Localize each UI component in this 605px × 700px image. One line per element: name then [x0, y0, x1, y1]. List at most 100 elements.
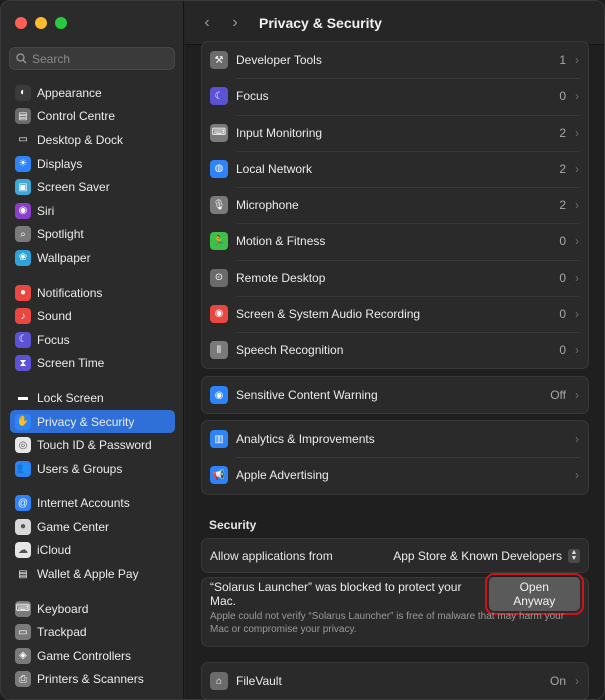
screen-saver-icon: ▣: [15, 179, 31, 196]
chevron-left-icon: ‹: [204, 13, 210, 31]
sidebar-item-spotlight[interactable]: ⌕ Spotlight: [10, 223, 175, 247]
filevault-row[interactable]: ⌂ FileVault On ›: [202, 663, 588, 699]
row-value: 2: [559, 161, 566, 176]
allow-apps-row: Allow applications from App Store & Know…: [202, 539, 588, 572]
sidebar-item-wallet-apple-pay[interactable]: ▤ Wallet & Apple Pay: [10, 562, 175, 586]
settings-window: ◐ Appearance ▤ Control Centre ▭ Desktop & Doc…: [0, 0, 605, 700]
sidebar-item-control-centre[interactable]: ▤ Control Centre: [10, 105, 175, 129]
sidebar-item-focus[interactable]: ☾ Focus: [10, 328, 175, 352]
search-box[interactable]: [9, 47, 175, 70]
security-section-title: Security: [209, 518, 257, 532]
sidebar-item-keyboard[interactable]: ⌨ Keyboard: [10, 597, 175, 621]
sidebar-item-printers-scanners[interactable]: ⎙ Printers & Scanners: [10, 668, 175, 692]
permission-row-motion-fitness[interactable]: 🏃 Motion & Fitness 0 ›: [202, 223, 588, 259]
chevron-right-icon: ›: [575, 674, 579, 689]
sidebar-item-users-groups[interactable]: 👥 Users & Groups: [10, 457, 175, 481]
chevron-right-icon: ›: [575, 270, 579, 285]
sidebar-item-touch-id-password[interactable]: ◎ Touch ID & Password: [10, 433, 175, 457]
close-window-button[interactable]: [15, 17, 27, 29]
sidebar-item-icloud[interactable]: ☁ iCloud: [10, 539, 175, 563]
touch-id-icon: ◎: [15, 437, 31, 454]
sidebar-list: ◐ Appearance ▤ Control Centre ▭ Desktop & Doc…: [1, 81, 184, 691]
permission-row-screen-system-audio-recording[interactable]: ◉ Screen & System Audio Recording 0 ›: [202, 295, 588, 332]
sidebar-item-screen-saver[interactable]: ▣ Screen Saver: [10, 175, 175, 199]
sidebar-item-label: Screen Saver: [37, 180, 110, 195]
sidebar-item-label: Appearance: [37, 85, 102, 100]
row-value: 2: [559, 125, 566, 140]
permission-row-apple-advertising[interactable]: 📢 Apple Advertising ›: [202, 457, 588, 493]
sidebar-item-label: Game Center: [37, 519, 110, 534]
sidebar-item-wallpaper[interactable]: ❀ Wallpaper: [10, 246, 175, 270]
row-label: Microphone: [236, 198, 299, 213]
forward-button[interactable]: ›: [223, 11, 247, 35]
toolbar: ‹ › Privacy & Security: [185, 1, 604, 45]
sidebar-item-label: Screen Time: [37, 356, 105, 371]
sidebar-item-notifications[interactable]: ● Notifications: [10, 281, 175, 305]
chevron-right-icon: ›: [575, 198, 579, 213]
sidebar-item-internet-accounts[interactable]: @ Internet Accounts: [10, 492, 175, 516]
blocked-app-row: “Solarus Launcher” was blocked to protec…: [202, 573, 588, 615]
binoculars-icon: ⊙: [210, 268, 228, 287]
back-button[interactable]: ‹: [195, 11, 219, 35]
sidebar-item-displays[interactable]: ☀ Displays: [10, 152, 175, 176]
privacy-hand-icon: ✋: [15, 413, 31, 430]
permission-row-focus[interactable]: ☾ Focus 0 ›: [202, 78, 588, 114]
permission-row-microphone[interactable]: 🎙 Microphone 2 ›: [202, 187, 588, 223]
sidebar-item-sound[interactable]: ♪ Sound: [10, 304, 175, 328]
sidebar-item-screen-time[interactable]: ⧗ Screen Time: [10, 352, 175, 376]
permission-row-remote-desktop[interactable]: ⊙ Remote Desktop 0 ›: [202, 259, 588, 296]
sidebar-item-lock-screen[interactable]: ▬ Lock Screen: [10, 386, 175, 410]
row-label: Sensitive Content Warning: [236, 388, 378, 403]
chevron-right-icon: ›: [575, 89, 579, 104]
sidebar-item-label: Internet Accounts: [37, 496, 130, 511]
blocked-app-group: “Solarus Launcher” was blocked to protec…: [201, 573, 589, 647]
allow-apps-value: App Store & Known Developers: [393, 548, 562, 563]
focus-moon-icon: ☾: [210, 87, 228, 106]
wallpaper-icon: ❀: [15, 249, 31, 266]
sidebar-item-label: Users & Groups: [37, 461, 123, 476]
sidebar-item-game-center[interactable]: ● Game Center: [10, 515, 175, 539]
page-title: Privacy & Security: [259, 14, 382, 31]
permission-row-input-monitoring[interactable]: ⌨ Input Monitoring 2 ›: [202, 114, 588, 151]
trackpad-icon: ▭: [15, 624, 31, 641]
sidebar-item-appearance[interactable]: ◐ Appearance: [10, 81, 175, 105]
sidebar-item-desktop-dock[interactable]: ▭ Desktop & Dock: [10, 128, 175, 152]
chevron-right-icon: ›: [575, 161, 579, 176]
permission-row-local-network[interactable]: ◍ Local Network 2 ›: [202, 150, 588, 187]
row-label: Analytics & Improvements: [236, 432, 375, 447]
traffic-lights: [15, 17, 67, 29]
developer-tools-icon: ⚒: [210, 51, 228, 70]
sidebar-item-label: Spotlight: [37, 227, 84, 242]
permission-row-analytics-improvements[interactable]: ▥ Analytics & Improvements ›: [202, 421, 588, 457]
sidebar-item-game-controllers[interactable]: ◈ Game Controllers: [10, 644, 175, 668]
row-value: Off: [550, 388, 566, 403]
minimize-window-button[interactable]: [35, 17, 47, 29]
analytics-group: ▥ Analytics & Improvements › 📢 Apple Adverti…: [201, 420, 589, 495]
row-label: Local Network: [236, 161, 313, 176]
permission-row-developer-tools[interactable]: ⚒ Developer Tools 1 ›: [202, 42, 588, 78]
maximize-window-button[interactable]: [55, 17, 67, 29]
sidebar-item-privacy-security[interactable]: ✋ Privacy & Security: [10, 409, 175, 434]
sidebar-item-label: Keyboard: [37, 601, 89, 616]
spotlight-icon: ⌕: [15, 226, 31, 243]
open-anyway-button[interactable]: Open Anyway: [484, 573, 585, 615]
printers-scanners-icon: ⎙: [15, 671, 31, 688]
displays-icon: ☀: [15, 155, 31, 172]
sidebar-item-label: Wallpaper: [37, 250, 91, 265]
row-value: 1: [559, 53, 566, 68]
wallet-icon: ▤: [15, 566, 31, 583]
sidebar-item-label: Printers & Scanners: [37, 672, 144, 687]
search-input[interactable]: [32, 51, 162, 66]
row-label: FileVault: [236, 674, 282, 689]
sensitive-content-row[interactable]: ◉ Sensitive Content Warning Off ›: [202, 377, 588, 413]
sidebar-item-trackpad[interactable]: ▭ Trackpad: [10, 620, 175, 644]
sidebar-item-label: Game Controllers: [37, 648, 132, 663]
sidebar-item-siri[interactable]: ◉ Siri: [10, 199, 175, 223]
allow-apps-popup[interactable]: App Store & Known Developers ▲ ▼: [393, 548, 580, 563]
row-label: Focus: [236, 89, 269, 104]
permission-row-speech-recognition[interactable]: ⦀ Speech Recognition 0 ›: [202, 332, 588, 368]
keyboard-icon: ⌨: [15, 600, 31, 617]
sound-icon: ♪: [15, 308, 31, 325]
row-value: 2: [559, 198, 566, 213]
chevron-right-icon: ›: [575, 388, 579, 403]
